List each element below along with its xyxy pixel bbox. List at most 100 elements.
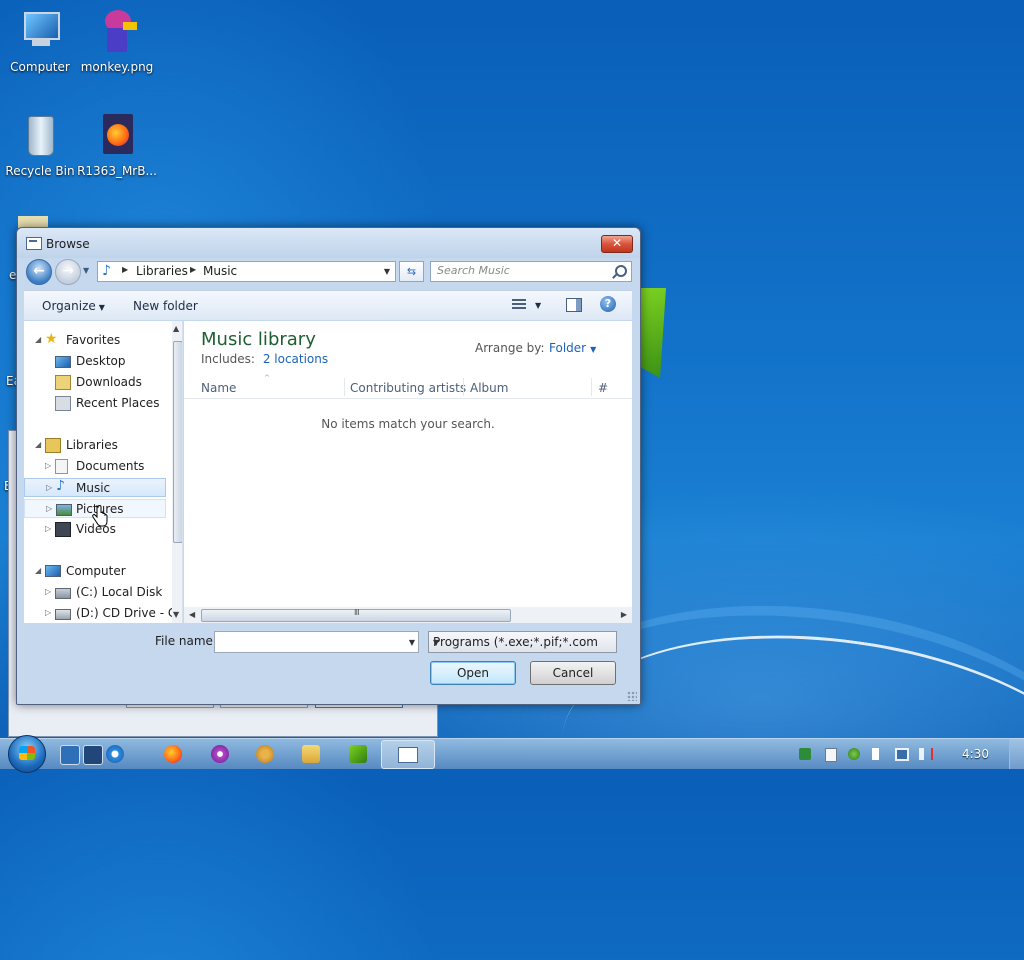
arrange-by-value: Folder xyxy=(549,341,587,355)
refresh-button[interactable]: ⇆ xyxy=(399,261,424,282)
show-desktop-quicklaunch-icon[interactable] xyxy=(60,745,80,765)
help-icon[interactable]: ? xyxy=(600,296,616,312)
breadcrumb-music[interactable]: Music xyxy=(203,264,237,278)
system-clock[interactable]: 4:30 xyxy=(962,747,989,761)
open-button[interactable]: Open xyxy=(430,661,516,685)
recent-pages-dropdown[interactable]: ▼ xyxy=(83,266,89,275)
pictures-icon xyxy=(56,504,72,516)
file-name-input[interactable] xyxy=(218,634,398,648)
column-contributing-artists[interactable]: Contributing artists xyxy=(350,381,466,395)
back-button[interactable]: ← xyxy=(26,259,52,285)
breadcrumb-libraries[interactable]: Libraries xyxy=(136,264,188,278)
forward-button[interactable]: → xyxy=(55,259,81,285)
network-tray-icon[interactable] xyxy=(799,748,811,760)
tree-item-desktop[interactable]: Desktop xyxy=(24,352,164,371)
scroll-right-arrow[interactable]: ▶ xyxy=(621,610,627,619)
expand-icon[interactable]: ▷ xyxy=(46,483,52,492)
tree-item-computer[interactable]: ◢ Computer xyxy=(24,562,164,581)
collapse-icon[interactable]: ◢ xyxy=(35,440,41,449)
file-name-label: File name: xyxy=(155,634,217,648)
expand-icon[interactable]: ▷ xyxy=(45,587,51,596)
tree-item-label: Favorites xyxy=(66,333,121,347)
tree-item-label: (D:) CD Drive - Cl xyxy=(76,606,180,620)
scroll-down-arrow[interactable]: ▼ xyxy=(173,610,179,619)
action-center-flag-icon[interactable] xyxy=(872,748,886,760)
navigation-scrollbar[interactable]: ▲ ▼ xyxy=(172,321,182,623)
view-options-dropdown[interactable]: ▼ xyxy=(535,301,541,310)
desktop-icon-recycle-bin[interactable]: Recycle Bin xyxy=(0,112,80,178)
tree-item-music[interactable]: ▷ ♪ Music xyxy=(24,478,166,497)
firefox-icon[interactable] xyxy=(164,745,182,763)
includes-label: Includes: xyxy=(201,352,255,366)
locations-link[interactable]: 2 locations xyxy=(263,352,328,366)
new-folder-button[interactable]: New folder xyxy=(133,299,198,313)
taskbar-button-browse[interactable] xyxy=(381,740,435,769)
network-status-icon[interactable] xyxy=(895,748,909,761)
desktop-icon xyxy=(55,356,71,368)
expand-icon[interactable]: ▷ xyxy=(45,608,51,617)
scroll-up-arrow[interactable]: ▲ xyxy=(173,324,179,333)
file-name-combobox[interactable]: ▼ xyxy=(214,631,419,653)
column-divider[interactable] xyxy=(344,378,345,396)
local-disk-icon xyxy=(55,588,71,599)
dialog-title: Browse xyxy=(46,237,90,251)
scroll-left-arrow[interactable]: ◀ xyxy=(189,610,195,619)
show-desktop-button[interactable] xyxy=(1009,739,1024,769)
column-divider[interactable] xyxy=(591,378,592,396)
collapse-icon[interactable]: ◢ xyxy=(35,566,41,575)
cancel-button[interactable]: Cancel xyxy=(530,661,616,685)
column-album[interactable]: Album xyxy=(470,381,508,395)
app-icon-gear[interactable] xyxy=(256,745,274,763)
change-view-icon[interactable] xyxy=(512,299,526,310)
document-tray-icon[interactable] xyxy=(825,748,837,762)
start-button[interactable] xyxy=(8,735,46,773)
scrollbar-thumb[interactable] xyxy=(173,341,182,543)
title-bar[interactable]: Browse ✕ xyxy=(17,228,640,258)
close-button[interactable]: ✕ xyxy=(601,235,633,253)
tree-item-favorites[interactable]: ◢ ★ Favorites xyxy=(24,331,164,350)
tree-item-local-disk[interactable]: ▷ (C:) Local Disk xyxy=(24,583,164,602)
resize-grip[interactable] xyxy=(627,691,637,701)
desktop-icon-computer[interactable]: Computer xyxy=(0,8,80,74)
column-number[interactable]: # xyxy=(598,381,608,395)
navigation-pane: ◢ ★ Favorites Desktop Downloads Recent P… xyxy=(24,321,183,623)
internet-explorer-icon[interactable] xyxy=(106,745,124,763)
documents-icon xyxy=(55,459,68,474)
app-icon-green[interactable] xyxy=(349,745,367,763)
security-tray-icon[interactable] xyxy=(848,748,860,760)
breadcrumb-separator[interactable]: ▶ xyxy=(190,265,196,274)
collapse-icon[interactable]: ◢ xyxy=(35,335,41,344)
address-bar[interactable]: ♪ ▶ Libraries ▶ Music ▼ xyxy=(97,261,396,282)
search-input[interactable] xyxy=(437,264,607,277)
tree-item-recent-places[interactable]: Recent Places xyxy=(24,394,164,413)
file-type-select[interactable]: Programs (*.exe;*.pif;*.com;*.bat) ▼ xyxy=(428,631,617,653)
organize-button[interactable]: Organize ▼ xyxy=(42,299,105,313)
expand-icon[interactable]: ▷ xyxy=(46,504,52,513)
folder-icon[interactable] xyxy=(302,745,320,763)
volume-muted-icon[interactable] xyxy=(919,748,933,760)
search-box[interactable] xyxy=(430,261,632,282)
expand-icon[interactable]: ▷ xyxy=(45,524,51,533)
switch-windows-icon[interactable] xyxy=(83,745,103,765)
desktop-icon-firefox-file[interactable]: R1363_MrB... xyxy=(77,112,157,178)
breadcrumb-separator[interactable]: ▶ xyxy=(122,265,128,274)
chevron-down-icon: ▼ xyxy=(433,638,440,647)
browse-dialog: Browse ✕ ← → ▼ ♪ ▶ Libraries ▶ Music ▼ ⇆… xyxy=(16,227,641,705)
horizontal-scrollbar[interactable]: ◀ Ⅲ ▶ xyxy=(184,607,632,623)
expand-icon[interactable]: ▷ xyxy=(45,461,51,470)
arrange-by-dropdown[interactable]: Folder ▼ xyxy=(549,341,596,355)
tree-item-downloads[interactable]: Downloads xyxy=(24,373,164,392)
address-history-dropdown[interactable]: ▼ xyxy=(384,267,390,276)
chevron-down-icon[interactable]: ▼ xyxy=(409,638,415,647)
desktop-icon-monkey[interactable]: monkey.png xyxy=(77,8,157,74)
column-divider[interactable] xyxy=(463,378,464,396)
computer-icon xyxy=(16,8,64,56)
column-name[interactable]: Name xyxy=(201,381,236,395)
tree-item-documents[interactable]: ▷ Documents xyxy=(24,457,164,476)
music-note-icon: ♪ xyxy=(102,263,111,279)
tree-item-cd-drive[interactable]: ▷ (D:) CD Drive - Cl xyxy=(24,604,180,623)
tree-item-libraries[interactable]: ◢ Libraries xyxy=(24,436,164,455)
search-icon[interactable] xyxy=(615,265,627,277)
app-icon-purple[interactable] xyxy=(211,745,229,763)
preview-pane-icon[interactable] xyxy=(566,298,582,312)
